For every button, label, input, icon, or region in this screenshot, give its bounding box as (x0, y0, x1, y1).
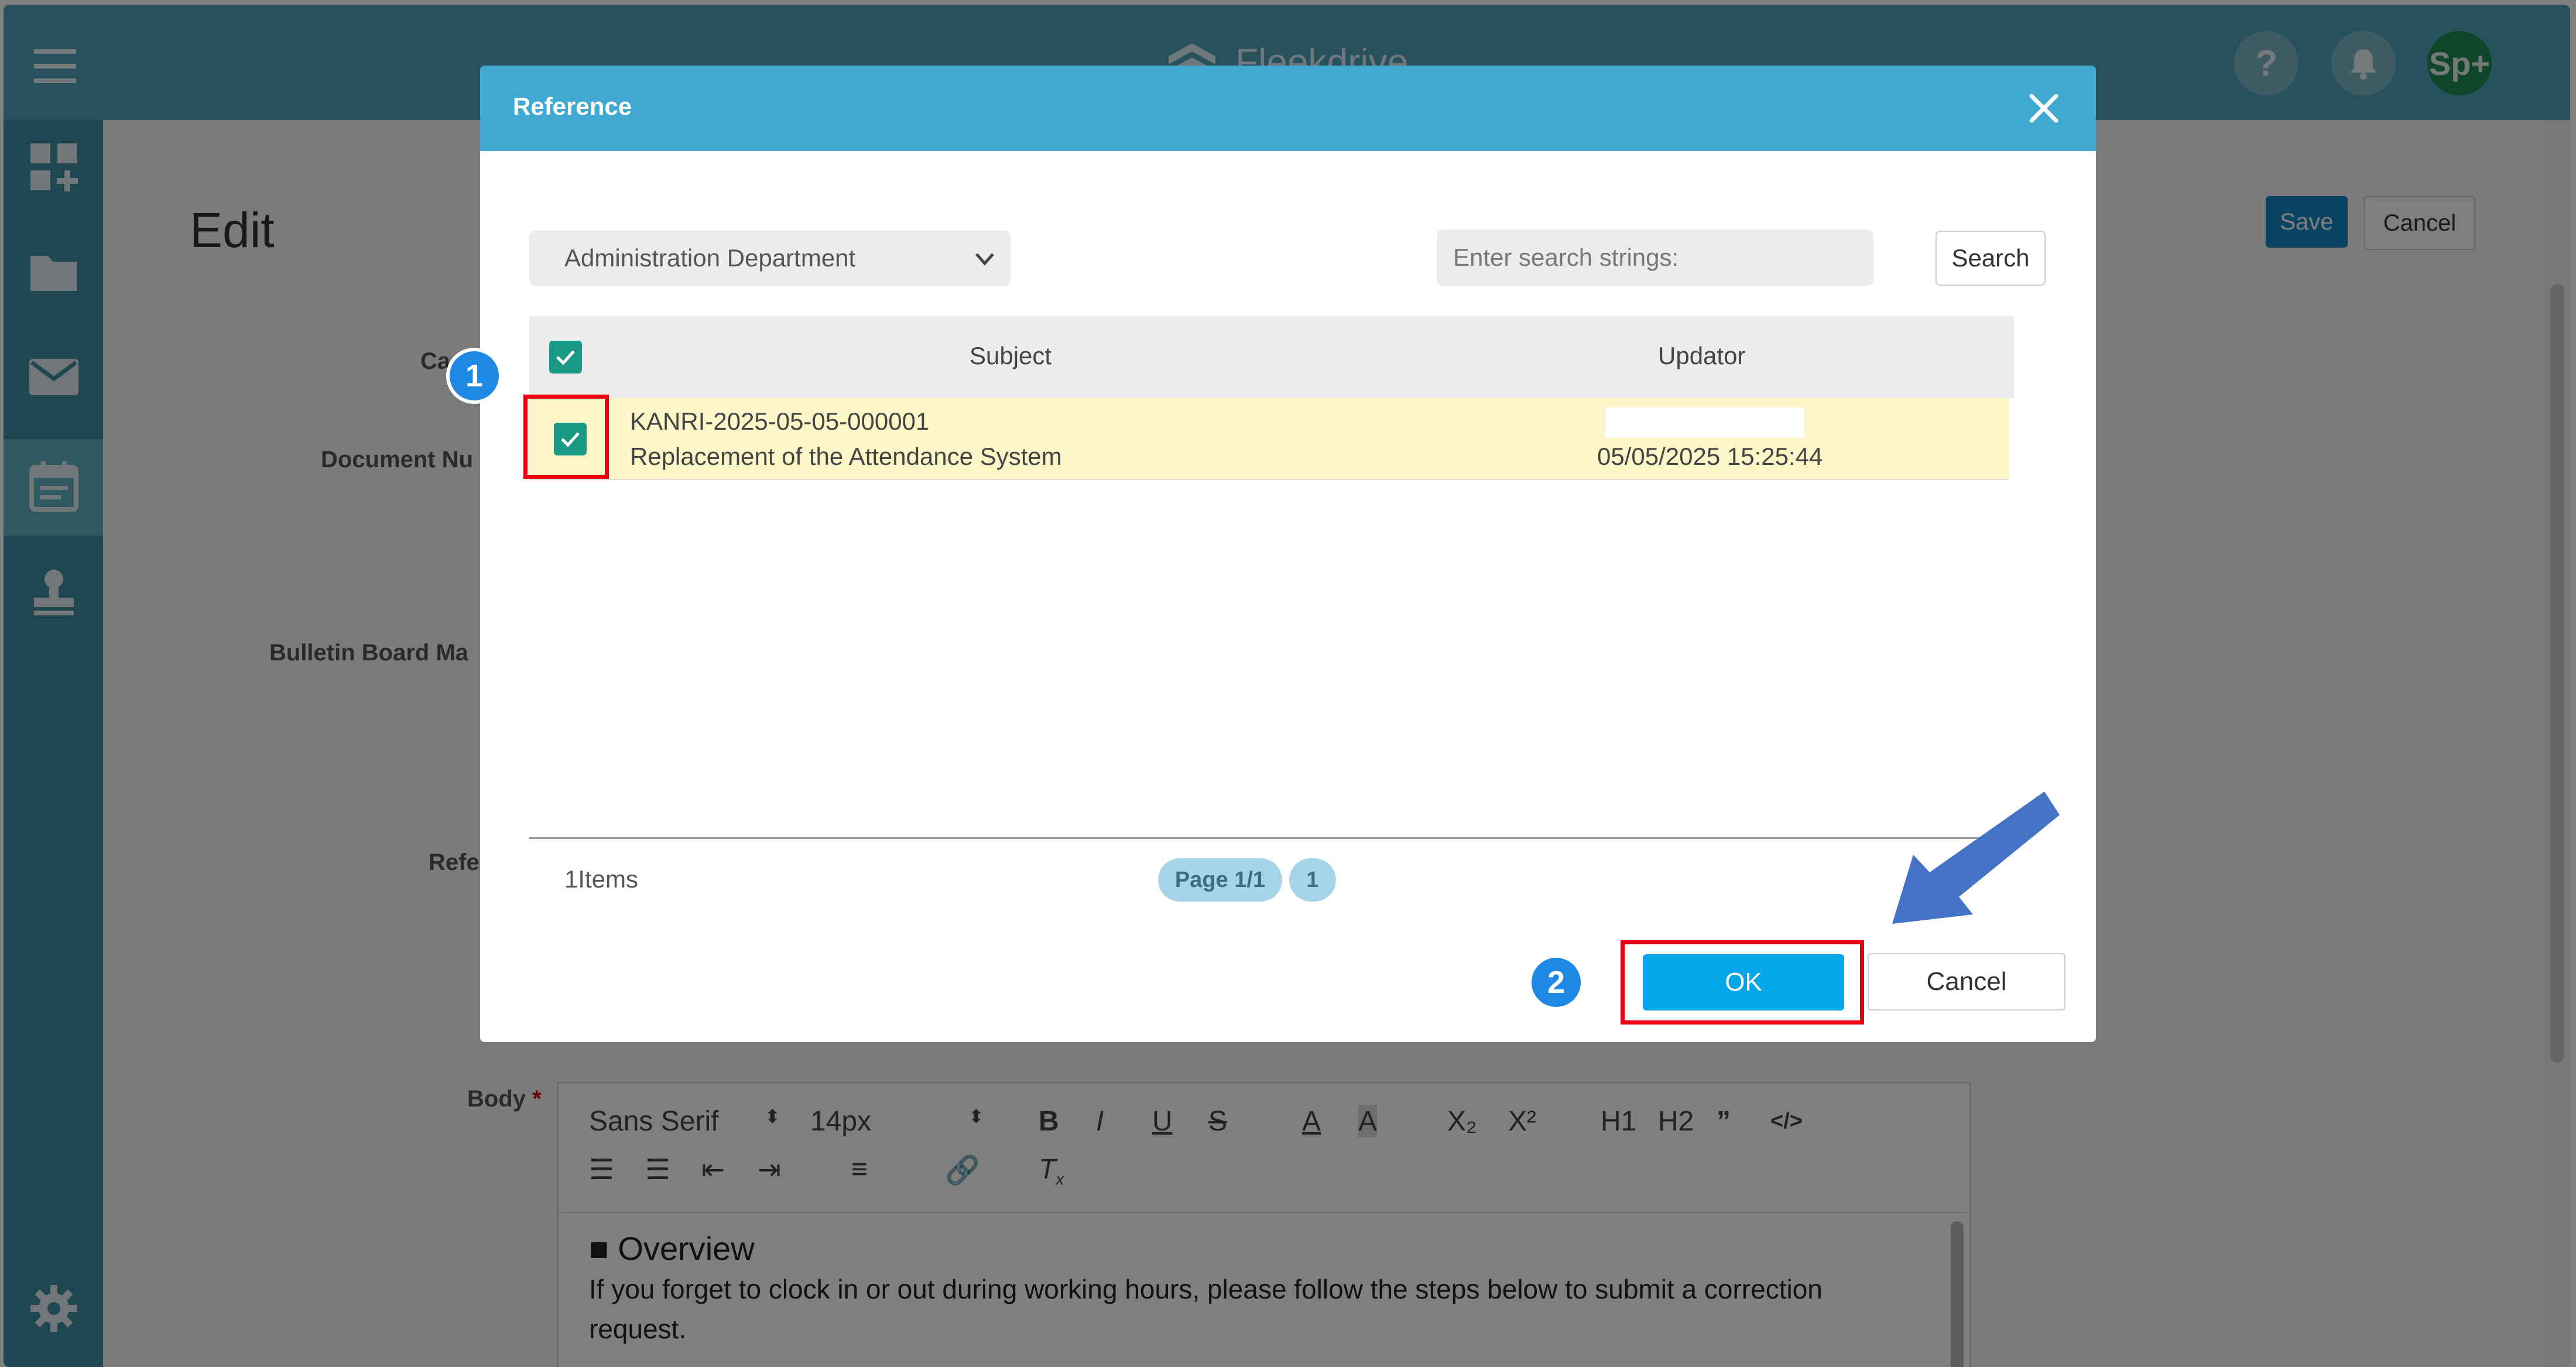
cancel-button[interactable]: Cancel (1868, 953, 2065, 1010)
page-number-button[interactable]: 1 (1289, 858, 1336, 902)
step-badge-1: 1 (446, 348, 502, 404)
row-updated-date: 05/05/2025 15:25:44 (1597, 443, 1823, 470)
row-subject: Replacement of the Attendance System (630, 443, 1062, 470)
column-header-subject[interactable]: Subject (970, 342, 1051, 370)
row-updator-name-redacted (1605, 407, 1804, 438)
search-input[interactable] (1437, 229, 1873, 286)
highlight-box-ok (1621, 940, 1864, 1025)
department-select[interactable]: Administration Department (529, 231, 1010, 286)
step-badge-2: 2 (1528, 954, 1584, 1010)
close-icon[interactable] (2023, 88, 2064, 129)
select-all-checkbox[interactable] (549, 341, 582, 374)
department-select-value: Administration Department (564, 244, 856, 272)
pointer-arrow-icon (1892, 792, 2060, 924)
table-header: Subject Updator (529, 316, 2014, 398)
page-indicator: Page 1/1 (1158, 858, 1282, 902)
check-icon (556, 350, 575, 365)
items-count: 1Items (564, 865, 639, 893)
table-divider (529, 837, 2014, 839)
reference-dialog: Reference Administration Department Sear… (480, 66, 2096, 1042)
dialog-title: Reference (513, 92, 632, 120)
row-document-id: KANRI-2025-05-05-000001 (630, 407, 930, 435)
search-button[interactable]: Search (1936, 231, 2046, 286)
chevron-down-icon (975, 253, 994, 266)
highlight-box-checkbox (523, 395, 609, 479)
dialog-header: Reference (480, 66, 2096, 151)
column-header-updator[interactable]: Updator (1658, 342, 1745, 370)
